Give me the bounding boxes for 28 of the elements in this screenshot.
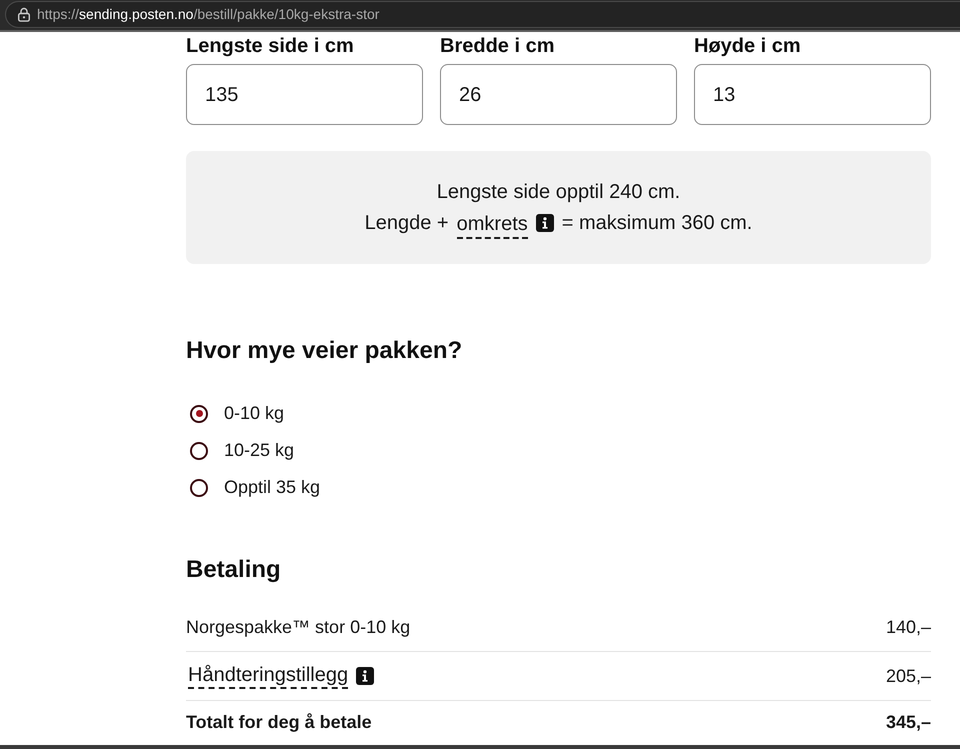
line-item-label: Norgespakke™ stor 0-10 kg xyxy=(186,616,410,639)
radio-label: Opptil 35 kg xyxy=(224,476,320,499)
field-label: Bredde i cm xyxy=(440,34,556,58)
radio-button[interactable] xyxy=(190,478,208,496)
info-text: Lengste side opptil 240 cm. xyxy=(436,180,680,204)
fee-term-link[interactable]: Håndteringstillegg xyxy=(188,663,348,689)
radio-button[interactable] xyxy=(190,442,208,460)
radio-label: 0-10 kg xyxy=(224,402,284,425)
line-item-price: 205,– xyxy=(886,664,931,688)
address-bar[interactable]: https://sending.posten.no/bestill/pakke/10kg-ekstra-stor xyxy=(5,1,960,28)
info-icon[interactable] xyxy=(356,667,374,685)
section-heading: Hvor mye veier pakken? xyxy=(186,336,464,366)
info-text: Lengde + omkrets = maksimum 360 cm. xyxy=(364,206,752,238)
total-label: Totalt for deg å betale xyxy=(186,711,372,734)
total-price: 345,– xyxy=(886,711,931,734)
field-label: Høyde i cm xyxy=(694,34,802,58)
url-text[interactable]: https://sending.posten.no/bestill/pakke/10kg-ekstra-stor xyxy=(37,4,380,25)
field-label: Lengste side i cm xyxy=(186,34,355,58)
input-field[interactable]: 135 xyxy=(186,64,423,125)
input-field[interactable]: 26 xyxy=(440,64,677,125)
input-field[interactable]: 13 xyxy=(694,64,931,125)
line-item-price: 140,– xyxy=(886,616,931,638)
radio-label: 10-25 kg xyxy=(224,439,294,462)
radio-button[interactable] xyxy=(190,404,208,422)
lock-icon[interactable] xyxy=(17,7,31,22)
section-heading: Betaling xyxy=(186,555,282,585)
info-icon[interactable] xyxy=(536,214,554,232)
term-link[interactable]: omkrets xyxy=(456,210,528,238)
